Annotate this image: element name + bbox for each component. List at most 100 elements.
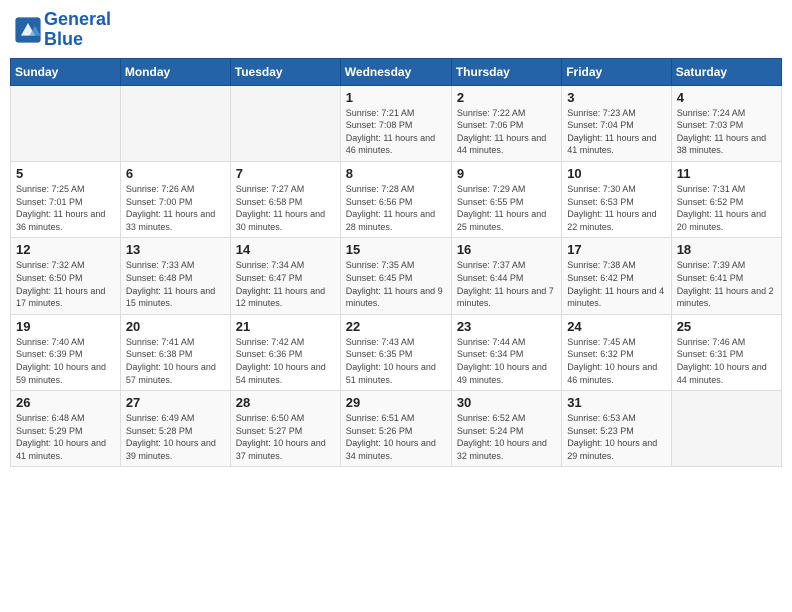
day-number: 9 <box>457 166 556 181</box>
day-info: Sunrise: 7:34 AM Sunset: 6:47 PM Dayligh… <box>236 259 335 309</box>
day-info: Sunrise: 7:42 AM Sunset: 6:36 PM Dayligh… <box>236 336 335 386</box>
calendar-cell: 13Sunrise: 7:33 AM Sunset: 6:48 PM Dayli… <box>120 238 230 314</box>
calendar-table: SundayMondayTuesdayWednesdayThursdayFrid… <box>10 58 782 468</box>
day-number: 28 <box>236 395 335 410</box>
calendar-cell: 27Sunrise: 6:49 AM Sunset: 5:28 PM Dayli… <box>120 391 230 467</box>
day-info: Sunrise: 7:23 AM Sunset: 7:04 PM Dayligh… <box>567 107 665 157</box>
day-number: 10 <box>567 166 665 181</box>
calendar-cell: 30 Sunrise: 6:52 AM Sunset: 5:24 PM Dayli… <box>451 391 561 467</box>
day-info: Sunrise: 7:43 AM Sunset: 6:35 PM Dayligh… <box>346 336 446 386</box>
calendar-cell: 25Sunrise: 7:46 AM Sunset: 6:31 PM Dayli… <box>671 314 781 390</box>
day-number: 8 <box>346 166 446 181</box>
calendar-cell: 23 Sunrise: 7:44 AM Sunset: 6:34 PM Dayli… <box>451 314 561 390</box>
day-info: Sunrise: 7:31 AM Sunset: 6:52 PM Dayligh… <box>677 183 776 233</box>
calendar-cell <box>11 85 121 161</box>
calendar-cell: 31 Sunrise: 6:53 AM Sunset: 5:23 PM Dayli… <box>562 391 671 467</box>
day-number: 25 <box>677 319 776 334</box>
day-number: 18 <box>677 242 776 257</box>
day-number: 16 <box>457 242 556 257</box>
day-number: 3 <box>567 90 665 105</box>
day-info: Sunrise: 7:30 AM Sunset: 6:53 PM Dayligh… <box>567 183 665 233</box>
day-info: Sunrise: 7:26 AM Sunset: 7:00 PM Dayligh… <box>126 183 225 233</box>
day-info: Sunrise: 7:40 AM Sunset: 6:39 PM Dayligh… <box>16 336 115 386</box>
day-info: Sunrise: 6:50 AM Sunset: 5:27 PM Dayligh… <box>236 412 335 462</box>
day-info: Sunrise: 7:29 AM Sunset: 6:55 PM Dayligh… <box>457 183 556 233</box>
calendar-header-row: SundayMondayTuesdayWednesdayThursdayFrid… <box>11 58 782 85</box>
day-number: 17 <box>567 242 665 257</box>
day-number: 20 <box>126 319 225 334</box>
calendar-cell: 28 Sunrise: 6:50 AM Sunset: 5:27 PM Dayli… <box>230 391 340 467</box>
day-info: Sunrise: 6:51 AM Sunset: 5:26 PM Dayligh… <box>346 412 446 462</box>
day-info: Sunrise: 7:32 AM Sunset: 6:50 PM Dayligh… <box>16 259 115 309</box>
page-header: General Blue <box>10 10 782 50</box>
day-info: Sunrise: 6:52 AM Sunset: 5:24 PM Dayligh… <box>457 412 556 462</box>
day-number: 19 <box>16 319 115 334</box>
day-info: Sunrise: 7:37 AM Sunset: 6:44 PM Dayligh… <box>457 259 556 309</box>
calendar-week-row: 12 Sunrise: 7:32 AM Sunset: 6:50 PM Dayli… <box>11 238 782 314</box>
calendar-cell: 20 Sunrise: 7:41 AM Sunset: 6:38 PM Dayli… <box>120 314 230 390</box>
calendar-cell: 12 Sunrise: 7:32 AM Sunset: 6:50 PM Dayli… <box>11 238 121 314</box>
day-number: 11 <box>677 166 776 181</box>
day-info: Sunrise: 7:41 AM Sunset: 6:38 PM Dayligh… <box>126 336 225 386</box>
day-info: Sunrise: 7:24 AM Sunset: 7:03 PM Dayligh… <box>677 107 776 157</box>
day-info: Sunrise: 6:49 AM Sunset: 5:28 PM Dayligh… <box>126 412 225 462</box>
day-info: Sunrise: 7:39 AM Sunset: 6:41 PM Dayligh… <box>677 259 776 309</box>
day-info: Sunrise: 6:53 AM Sunset: 5:23 PM Dayligh… <box>567 412 665 462</box>
day-number: 4 <box>677 90 776 105</box>
logo: General Blue <box>14 10 111 50</box>
day-number: 6 <box>126 166 225 181</box>
calendar-cell: 2 Sunrise: 7:22 AM Sunset: 7:06 PM Daylig… <box>451 85 561 161</box>
day-number: 2 <box>457 90 556 105</box>
day-number: 23 <box>457 319 556 334</box>
calendar-week-row: 5Sunrise: 7:25 AM Sunset: 7:01 PM Daylig… <box>11 161 782 237</box>
calendar-cell: 16 Sunrise: 7:37 AM Sunset: 6:44 PM Dayli… <box>451 238 561 314</box>
logo-text: General Blue <box>44 10 111 50</box>
day-number: 15 <box>346 242 446 257</box>
calendar-cell <box>120 85 230 161</box>
calendar-week-row: 19 Sunrise: 7:40 AM Sunset: 6:39 PM Dayli… <box>11 314 782 390</box>
day-info: Sunrise: 6:48 AM Sunset: 5:29 PM Dayligh… <box>16 412 115 462</box>
calendar-cell: 22 Sunrise: 7:43 AM Sunset: 6:35 PM Dayli… <box>340 314 451 390</box>
day-info: Sunrise: 7:38 AM Sunset: 6:42 PM Dayligh… <box>567 259 665 309</box>
calendar-cell: 1 Sunrise: 7:21 AM Sunset: 7:08 PM Daylig… <box>340 85 451 161</box>
calendar-cell: 11 Sunrise: 7:31 AM Sunset: 6:52 PM Dayli… <box>671 161 781 237</box>
calendar-cell: 15 Sunrise: 7:35 AM Sunset: 6:45 PM Dayli… <box>340 238 451 314</box>
day-info: Sunrise: 7:27 AM Sunset: 6:58 PM Dayligh… <box>236 183 335 233</box>
day-info: Sunrise: 7:35 AM Sunset: 6:45 PM Dayligh… <box>346 259 446 309</box>
day-number: 22 <box>346 319 446 334</box>
day-info: Sunrise: 7:25 AM Sunset: 7:01 PM Dayligh… <box>16 183 115 233</box>
calendar-cell: 14 Sunrise: 7:34 AM Sunset: 6:47 PM Dayli… <box>230 238 340 314</box>
weekday-header: Tuesday <box>230 58 340 85</box>
calendar-cell <box>671 391 781 467</box>
weekday-header: Thursday <box>451 58 561 85</box>
calendar-cell: 7 Sunrise: 7:27 AM Sunset: 6:58 PM Daylig… <box>230 161 340 237</box>
day-number: 7 <box>236 166 335 181</box>
day-info: Sunrise: 7:21 AM Sunset: 7:08 PM Dayligh… <box>346 107 446 157</box>
day-number: 1 <box>346 90 446 105</box>
day-info: Sunrise: 7:22 AM Sunset: 7:06 PM Dayligh… <box>457 107 556 157</box>
day-info: Sunrise: 7:33 AM Sunset: 6:48 PM Dayligh… <box>126 259 225 309</box>
calendar-cell: 19 Sunrise: 7:40 AM Sunset: 6:39 PM Dayli… <box>11 314 121 390</box>
calendar-cell: 18 Sunrise: 7:39 AM Sunset: 6:41 PM Dayli… <box>671 238 781 314</box>
calendar-cell: 21Sunrise: 7:42 AM Sunset: 6:36 PM Dayli… <box>230 314 340 390</box>
calendar-cell: 24 Sunrise: 7:45 AM Sunset: 6:32 PM Dayli… <box>562 314 671 390</box>
day-number: 30 <box>457 395 556 410</box>
day-number: 12 <box>16 242 115 257</box>
day-number: 26 <box>16 395 115 410</box>
calendar-cell: 29 Sunrise: 6:51 AM Sunset: 5:26 PM Dayli… <box>340 391 451 467</box>
calendar-week-row: 26 Sunrise: 6:48 AM Sunset: 5:29 PM Dayli… <box>11 391 782 467</box>
calendar-week-row: 1 Sunrise: 7:21 AM Sunset: 7:08 PM Daylig… <box>11 85 782 161</box>
weekday-header: Sunday <box>11 58 121 85</box>
day-number: 24 <box>567 319 665 334</box>
day-number: 14 <box>236 242 335 257</box>
weekday-header: Saturday <box>671 58 781 85</box>
day-number: 29 <box>346 395 446 410</box>
calendar-cell: 5Sunrise: 7:25 AM Sunset: 7:01 PM Daylig… <box>11 161 121 237</box>
day-number: 31 <box>567 395 665 410</box>
weekday-header: Friday <box>562 58 671 85</box>
calendar-cell <box>230 85 340 161</box>
day-info: Sunrise: 7:45 AM Sunset: 6:32 PM Dayligh… <box>567 336 665 386</box>
day-info: Sunrise: 7:44 AM Sunset: 6:34 PM Dayligh… <box>457 336 556 386</box>
calendar-cell: 10 Sunrise: 7:30 AM Sunset: 6:53 PM Dayli… <box>562 161 671 237</box>
calendar-cell: 9 Sunrise: 7:29 AM Sunset: 6:55 PM Daylig… <box>451 161 561 237</box>
